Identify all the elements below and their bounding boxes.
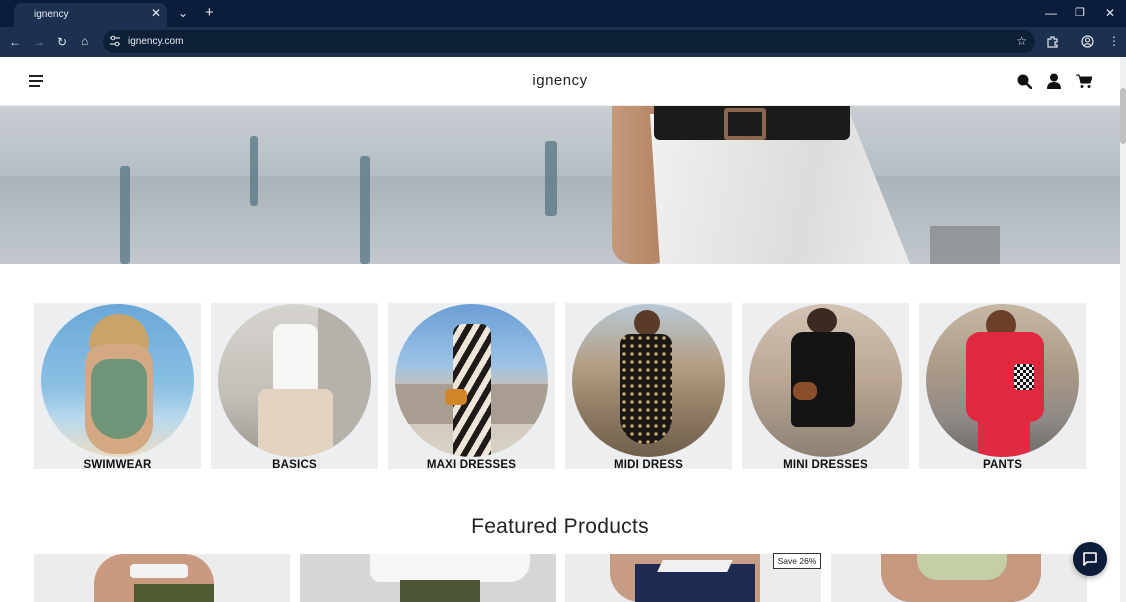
category-mini-dresses[interactable]: MINI DRESSES — [742, 303, 909, 471]
category-image — [41, 304, 194, 457]
featured-products-heading: Featured Products — [471, 515, 649, 538]
url-text: ignency.com — [128, 36, 184, 47]
product-card[interactable] — [300, 554, 556, 602]
category-pants[interactable]: PANTS — [919, 303, 1086, 471]
window-close-icon[interactable]: ✕ — [1105, 7, 1115, 19]
category-label: PANTS — [982, 459, 1023, 471]
account-icon[interactable] — [1046, 73, 1062, 89]
hero-banner-image[interactable] — [0, 106, 1120, 264]
site-logo[interactable]: ignency — [0, 72, 1120, 89]
category-label: MIDI DRESS — [613, 459, 684, 471]
back-icon[interactable]: ← — [9, 36, 21, 48]
sale-badge: Save 26% — [773, 553, 821, 569]
category-label: SWIMWEAR — [83, 459, 152, 471]
browser-tab[interactable]: ignency ✕ — [14, 3, 167, 27]
category-maxi-dresses[interactable]: MAXI DRESSES — [388, 303, 555, 471]
tab-list-dropdown-icon[interactable]: ⌄ — [178, 7, 188, 19]
browser-tab-strip: ignency ✕ ⌄ + — ❐ ✕ — [0, 0, 1126, 27]
category-image — [395, 304, 548, 457]
forward-icon[interactable]: → — [33, 36, 45, 48]
browser-menu-icon[interactable]: ⋮ — [1108, 35, 1120, 47]
category-image — [572, 304, 725, 457]
tab-close-icon[interactable]: ✕ — [151, 7, 161, 19]
category-midi-dress[interactable]: MIDI DRESS — [565, 303, 732, 471]
site-header: ignency — [0, 57, 1120, 106]
category-label: BASICS — [272, 459, 317, 471]
cart-icon[interactable] — [1076, 73, 1092, 89]
category-image — [749, 304, 902, 457]
category-label: MINI DRESSES — [783, 459, 868, 471]
reload-icon[interactable]: ↻ — [57, 36, 67, 48]
profile-icon[interactable] — [1081, 35, 1094, 48]
browser-toolbar: ← → ↻ ⌂ ignency.com ☆ ⋮ — [0, 27, 1126, 57]
new-tab-icon[interactable]: + — [205, 5, 214, 20]
home-icon[interactable]: ⌂ — [81, 35, 88, 47]
tab-title: ignency — [34, 9, 69, 20]
minimize-icon[interactable]: — — [1045, 7, 1057, 19]
category-image — [218, 304, 371, 457]
address-bar[interactable]: ignency.com ☆ — [103, 30, 1035, 53]
category-basics[interactable]: BASICS — [211, 303, 378, 471]
scrollbar-thumb[interactable] — [1120, 88, 1126, 144]
extensions-icon[interactable] — [1046, 35, 1059, 48]
bookmark-star-icon[interactable]: ☆ — [1016, 34, 1027, 48]
category-label: MAXI DRESSES — [426, 459, 517, 471]
site-settings-icon[interactable] — [110, 35, 120, 47]
category-image — [926, 304, 1079, 457]
category-swimwear[interactable]: SWIMWEAR — [34, 303, 201, 471]
search-icon[interactable] — [1016, 73, 1032, 89]
chat-button[interactable] — [1073, 542, 1107, 576]
chat-bubble-icon — [1083, 552, 1097, 566]
restore-icon[interactable]: ❐ — [1075, 7, 1085, 19]
product-card[interactable] — [34, 554, 290, 602]
product-card[interactable] — [831, 554, 1087, 602]
